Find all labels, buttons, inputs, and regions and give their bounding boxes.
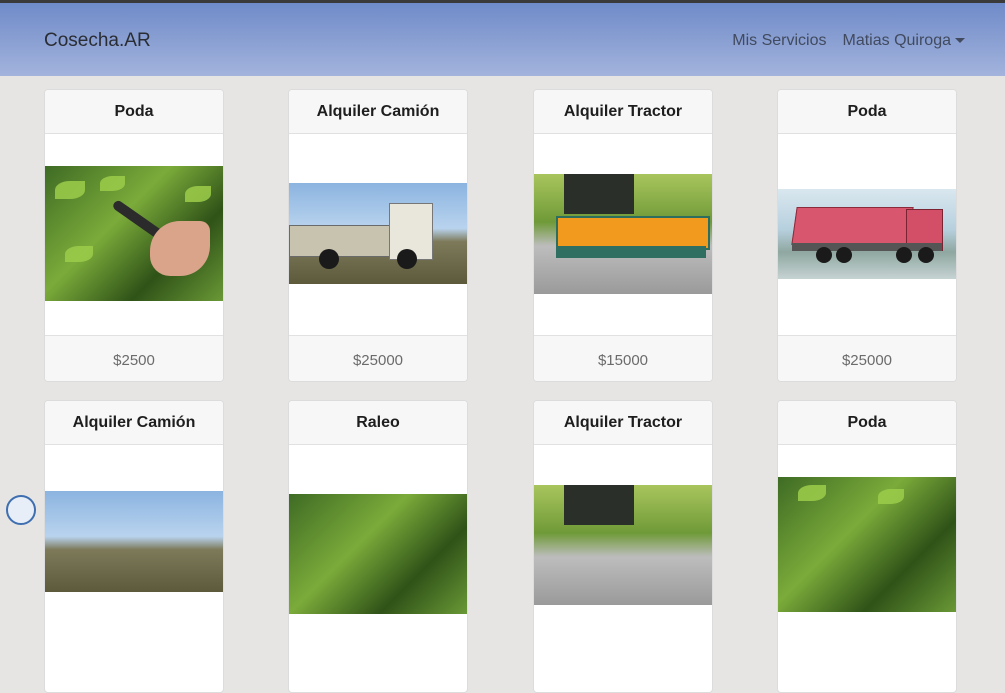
truck-image [289,183,467,284]
service-card[interactable]: Alquiler Tractor [533,400,713,693]
card-body [289,134,467,335]
card-title: Alquiler Camión [289,90,467,134]
card-price: $25000 [289,335,467,381]
card-title: Raleo [289,401,467,445]
card-title: Poda [778,90,956,134]
card-title: Poda [45,90,223,134]
card-body [45,445,223,646]
caret-down-icon [955,38,965,44]
service-card[interactable]: Poda $2500 [44,89,224,382]
service-card[interactable]: Raleo [288,400,468,693]
card-price: $15000 [534,335,712,381]
tractor-mower-image [534,485,712,605]
card-body [45,134,223,335]
thinning-image [289,494,467,614]
service-card[interactable]: Alquiler Camión [44,400,224,693]
brand-logo[interactable]: Cosecha.AR [44,30,151,52]
nav-right: Mis Servicios Matias Quiroga [732,32,965,50]
service-card[interactable]: Poda $25000 [777,89,957,382]
card-title: Alquiler Tractor [534,401,712,445]
service-card[interactable]: Poda [777,400,957,693]
service-card[interactable]: Alquiler Camión $25000 [288,89,468,382]
user-name: Matias Quiroga [842,32,952,49]
card-body [289,445,467,646]
card-title: Alquiler Camión [45,401,223,445]
user-menu-toggle[interactable]: Matias Quiroga [842,32,965,50]
service-card[interactable]: Alquiler Tractor $15000 [533,89,713,382]
pruning-image [45,166,223,301]
dump-truck-image [778,189,956,279]
card-body [778,134,956,335]
pruning-image [778,477,956,612]
card-price: $2500 [45,335,223,381]
card-title: Alquiler Tractor [534,90,712,134]
card-body [778,445,956,646]
card-title: Poda [778,401,956,445]
card-price: $25000 [778,335,956,381]
nav-mis-servicios[interactable]: Mis Servicios [732,32,826,50]
navbar: Cosecha.AR Mis Servicios Matias Quiroga [0,3,1005,76]
truck-image [45,491,223,592]
card-body [534,134,712,335]
accessibility-widget-icon[interactable] [6,495,36,525]
card-body [534,445,712,646]
tractor-mower-image [534,174,712,294]
